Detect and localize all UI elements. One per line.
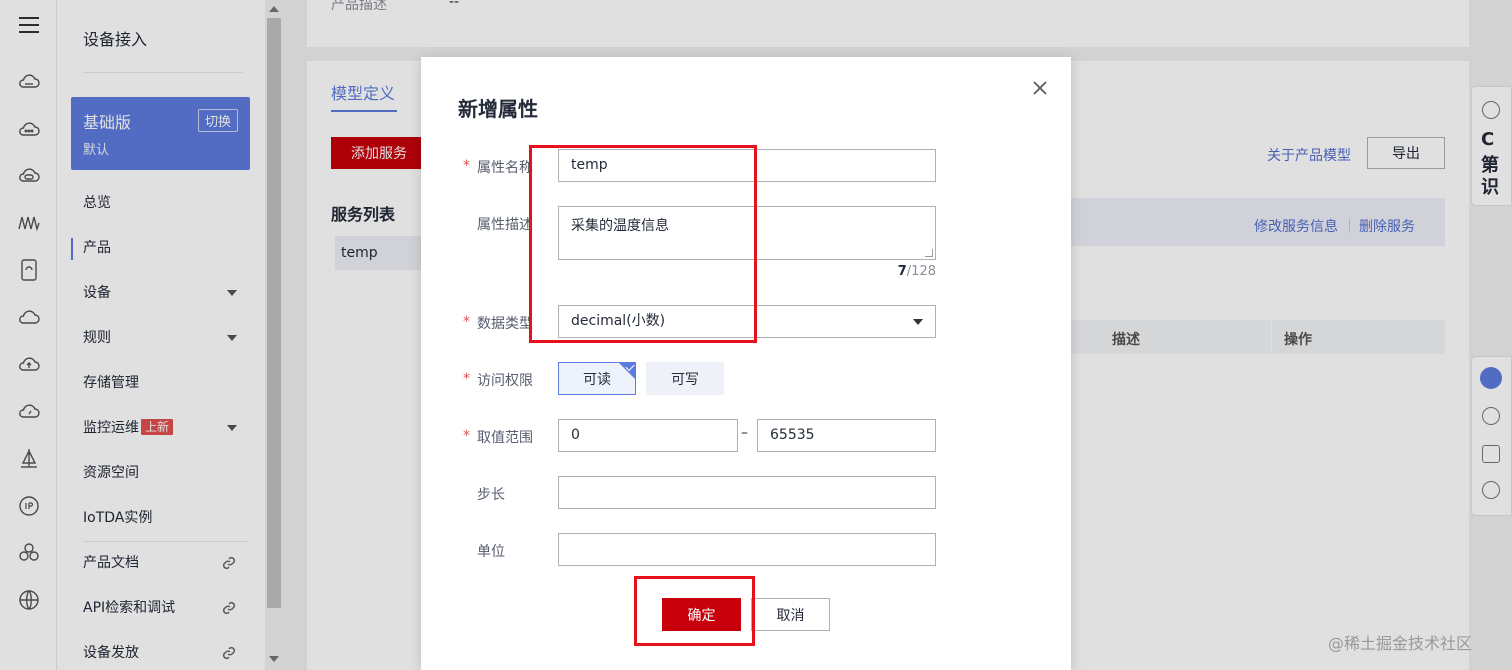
- range-min-input[interactable]: 0: [558, 419, 738, 452]
- dialog-title: 新增属性: [458, 97, 538, 121]
- property-desc-label: 属性描述: [477, 217, 533, 233]
- permission-read-toggle[interactable]: 可读: [558, 361, 636, 395]
- data-type-label: 数据类型: [477, 316, 533, 332]
- permission-write-toggle[interactable]: 可写: [646, 362, 724, 395]
- char-counter: 7/128: [851, 264, 936, 279]
- access-label: 访问权限: [477, 373, 533, 389]
- required-mark: *: [463, 158, 470, 174]
- range-max-input[interactable]: 65535: [757, 419, 936, 452]
- permission-write-label: 可写: [671, 371, 699, 388]
- chevron-down-icon: [913, 319, 923, 325]
- unit-label: 单位: [477, 544, 505, 560]
- required-mark: *: [463, 314, 470, 330]
- unit-input[interactable]: [558, 533, 936, 566]
- permission-read-label: 可读: [583, 371, 611, 388]
- annotation-box-confirm: [634, 576, 755, 646]
- required-mark: *: [463, 371, 470, 387]
- close-icon[interactable]: [1031, 79, 1049, 97]
- step-label: 步长: [477, 487, 505, 503]
- required-mark: *: [463, 428, 470, 444]
- range-dash: –: [741, 425, 748, 441]
- cancel-button[interactable]: 取消: [751, 598, 830, 631]
- char-count: 7: [897, 264, 907, 279]
- char-max: /128: [906, 264, 936, 279]
- resize-handle-icon[interactable]: [925, 249, 933, 257]
- watermark: @稀土掘金技术社区: [1328, 634, 1473, 653]
- value-range-label: 取值范围: [477, 430, 533, 446]
- step-input[interactable]: [558, 476, 936, 509]
- annotation-box-fields: [529, 145, 757, 343]
- property-name-label: 属性名称: [477, 160, 533, 176]
